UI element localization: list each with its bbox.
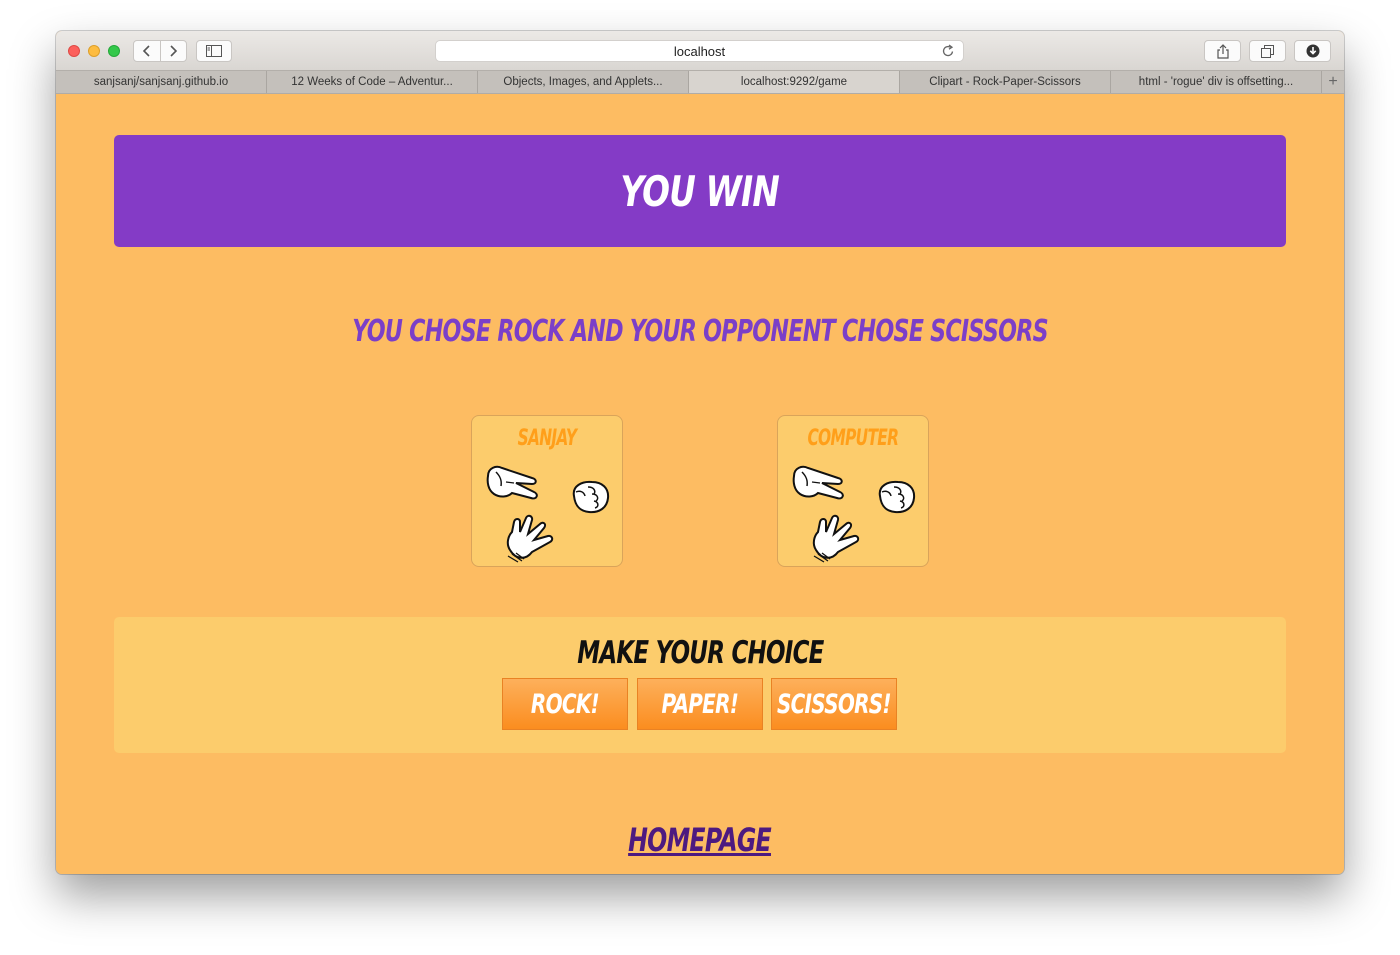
- result-title: You Win: [620, 166, 780, 216]
- choice-title: Make your choice: [576, 635, 824, 671]
- chevron-right-icon: [170, 45, 178, 57]
- address-text: localhost: [673, 43, 726, 59]
- tabs-overview-icon: [1261, 44, 1274, 58]
- chevron-left-icon: [142, 45, 150, 57]
- tab-stackoverflow[interactable]: html - 'rogue' div is offsetting...: [1111, 71, 1322, 93]
- tab-strip: sanjsanj/sanjsanj.github.io 12 Weeks of …: [56, 70, 1344, 94]
- homepage-link-row: Homepage: [56, 821, 1344, 859]
- homepage-link[interactable]: Homepage: [629, 821, 773, 859]
- paper-hand-icon: [506, 514, 554, 563]
- paper-hand-icon: [812, 514, 860, 563]
- tab-game[interactable]: localhost:9292/game: [689, 71, 900, 93]
- result-message: You chose ROCK and your opponent chose S…: [352, 314, 1048, 349]
- game-page: You Win You chose ROCK and your opponent…: [56, 94, 1344, 874]
- downloads-button[interactable]: [1294, 40, 1331, 62]
- minimize-window-button[interactable]: [88, 45, 100, 57]
- player-card-sanjay: Sanjay: [471, 415, 623, 567]
- zoom-window-button[interactable]: [108, 45, 120, 57]
- player-name-row: Sanjay: [472, 426, 622, 451]
- choice-panel: Make your choice Rock! Paper! Scissors!: [114, 617, 1286, 753]
- scissors-hand-icon: [792, 465, 844, 500]
- player-name: Computer: [807, 426, 900, 451]
- address-bar[interactable]: localhost: [435, 40, 964, 62]
- close-window-button[interactable]: [68, 45, 80, 57]
- player-name-row: Computer: [778, 426, 928, 451]
- scissors-hand-icon: [486, 465, 538, 500]
- player-card-computer: Computer: [777, 415, 929, 567]
- forward-button[interactable]: [159, 41, 186, 61]
- tab-github[interactable]: sanjsanj/sanjsanj.github.io: [56, 71, 267, 93]
- reload-icon[interactable]: [942, 44, 955, 61]
- rock-hand-icon: [878, 480, 916, 514]
- result-message-row: You chose ROCK and your opponent chose S…: [56, 314, 1344, 349]
- tab-12-weeks[interactable]: 12 Weeks of Code – Adventur...: [267, 71, 478, 93]
- navigation-buttons: [133, 40, 187, 62]
- scissors-button-label: Scissors!: [777, 688, 892, 720]
- paper-button[interactable]: Paper!: [637, 678, 763, 730]
- rock-hand-icon: [572, 480, 610, 514]
- result-banner: You Win: [114, 135, 1286, 247]
- tab-clipart[interactable]: Clipart - Rock-Paper-Scissors: [900, 71, 1111, 93]
- browser-window: localhost sanjsanj/sanjsanj.github.io 12…: [56, 31, 1344, 874]
- player-name: Sanjay: [517, 426, 577, 451]
- choice-title-row: Make your choice: [114, 635, 1286, 671]
- download-icon: [1306, 44, 1319, 58]
- scissors-button[interactable]: Scissors!: [771, 678, 897, 730]
- sidebar-button[interactable]: [196, 40, 232, 62]
- back-button[interactable]: [134, 41, 160, 61]
- browser-toolbar: localhost: [56, 31, 1344, 70]
- sidebar-icon: [206, 45, 222, 57]
- rock-button[interactable]: Rock!: [502, 678, 628, 730]
- new-tab-button[interactable]: +: [1322, 71, 1344, 93]
- tab-objects-images[interactable]: Objects, Images, and Applets...: [478, 71, 689, 93]
- share-icon: [1216, 43, 1229, 59]
- share-button[interactable]: [1204, 40, 1241, 62]
- paper-button-label: Paper!: [661, 688, 739, 720]
- rock-button-label: Rock!: [531, 688, 600, 720]
- show-tabs-button[interactable]: [1249, 40, 1286, 62]
